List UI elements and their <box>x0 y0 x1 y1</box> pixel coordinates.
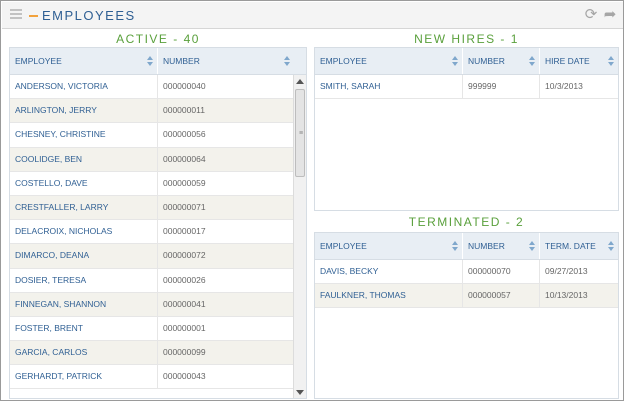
employee-number-cell: 000000043 <box>163 371 206 382</box>
column-header-label: NUMBER <box>163 56 200 66</box>
active-grid-header: EMPLOYEE NUMBER <box>10 48 306 75</box>
sort-icon <box>452 241 458 252</box>
widget-header: EMPLOYEES ⟳ ➦ <box>2 2 623 29</box>
column-header-employee[interactable]: EMPLOYEE <box>10 48 158 74</box>
active-grid-scrollbar[interactable]: ≡ <box>293 75 306 398</box>
sort-icon <box>284 56 290 67</box>
column-header-employee[interactable]: EMPLOYEE <box>315 233 463 259</box>
new-hires-grid-header: EMPLOYEE NUMBER HIRE DATE <box>315 48 618 75</box>
employee-name-cell[interactable]: GARCIA, CARLOS <box>10 341 158 365</box>
employee-number-cell: 000000072 <box>163 250 206 261</box>
date-cell: 10/13/2013 <box>545 290 588 301</box>
employee-number-cell: 999999 <box>463 75 540 99</box>
employee-name-cell[interactable]: COSTELLO, DAVE <box>10 171 158 195</box>
employee-number-cell: 000000026 <box>163 274 206 285</box>
employee-number-cell: 000000059 <box>163 177 206 188</box>
employee-number-cell: 000000071 <box>163 201 206 212</box>
column-header-label: NUMBER <box>468 56 505 66</box>
new-hires-grid: EMPLOYEE NUMBER HIRE DATE SMITH, SARAH 99… <box>314 47 619 211</box>
refresh-icon[interactable]: ⟳ <box>583 7 599 23</box>
sort-icon <box>608 241 614 252</box>
date-cell: 09/27/2013 <box>545 266 588 276</box>
employee-name-cell[interactable]: FOSTER, BRENT <box>10 316 158 341</box>
employee-name-cell[interactable]: CHESNEY, CHRISTINE <box>10 123 158 147</box>
table-row[interactable]: GERHARDT, PATRICK 000000043 <box>10 365 306 390</box>
employee-name-cell[interactable]: SMITH, SARAH <box>315 75 463 99</box>
table-row[interactable]: DELACROIX, NICHOLAS 000000017 <box>10 220 306 245</box>
employee-number-cell: 000000099 <box>163 347 206 358</box>
employee-name-cell[interactable]: GERHARDT, PATRICK <box>10 365 158 389</box>
employee-number-cell: 000000057 <box>463 284 540 308</box>
column-header-hire-date[interactable]: HIRE DATE <box>540 48 618 74</box>
date-cell: 10/3/2013 <box>545 81 583 91</box>
employee-name-cell[interactable]: DAVIS, BECKY <box>315 260 463 284</box>
employee-number-cell: 000000017 <box>163 226 206 237</box>
sort-icon <box>529 56 535 67</box>
terminated-grid-header: EMPLOYEE NUMBER TERM. DATE <box>315 233 618 260</box>
sort-icon <box>452 56 458 67</box>
employee-name-cell[interactable]: ANDERSON, VICTORIA <box>10 75 158 99</box>
column-header-label: NUMBER <box>468 241 505 251</box>
active-section-title: ACTIVE - 40 <box>116 32 200 46</box>
column-header-label: EMPLOYEE <box>15 56 62 66</box>
employee-name-cell[interactable]: CRESTFALLER, LARRY <box>10 195 158 220</box>
sort-icon <box>147 56 153 67</box>
terminated-section-title: TERMINATED - 2 <box>408 215 525 229</box>
employees-widget: EMPLOYEES ⟳ ➦ ACTIVE - 40 EMPLOYEE NUMBE… <box>0 0 624 401</box>
active-grid-body: ANDERSON, VICTORIA 000000040 ARLINGTON, JE… <box>10 75 306 390</box>
grip-menu-icon[interactable] <box>10 9 22 23</box>
employee-name-cell[interactable]: DELACROIX, NICHOLAS <box>10 220 158 244</box>
employee-name-cell[interactable]: ARLINGTON, JERRY <box>10 99 158 123</box>
terminated-grid-body: DAVIS, BECKY 000000070 09/27/2013 FAULKNER,… <box>315 260 618 309</box>
employee-number-cell: 000000056 <box>163 129 206 140</box>
new-hires-grid-body: SMITH, SARAH 999999 10/3/2013 <box>315 75 618 100</box>
sort-icon <box>608 56 614 67</box>
employee-name-cell[interactable]: DIMARCO, DEANA <box>10 244 158 268</box>
title-accent-dash <box>29 15 38 17</box>
share-arrow-icon[interactable]: ➦ <box>602 7 618 23</box>
table-row[interactable]: FINNEGAN, SHANNON 000000041 <box>10 292 306 317</box>
table-row[interactable]: CHESNEY, CHRISTINE 000000056 <box>10 123 306 148</box>
employee-name-cell[interactable]: COOLIDGE, BEN <box>10 147 158 171</box>
column-header-label: HIRE DATE <box>545 56 590 66</box>
table-row[interactable]: GARCIA, CARLOS 000000099 <box>10 341 306 366</box>
column-header-term-date[interactable]: TERM. DATE <box>540 233 618 259</box>
employee-name-cell[interactable]: DOSIER, TERESA <box>10 268 158 292</box>
employee-number-cell: 000000001 <box>163 322 206 333</box>
sort-icon <box>529 241 535 252</box>
column-header-label: TERM. DATE <box>545 241 596 251</box>
table-row[interactable]: FAULKNER, THOMAS 000000057 10/13/2013 <box>315 284 618 309</box>
widget-title: EMPLOYEES <box>42 8 136 23</box>
scroll-down-arrow-icon[interactable] <box>296 390 304 395</box>
employee-number-cell: 000000041 <box>163 298 206 309</box>
table-row[interactable]: DAVIS, BECKY 000000070 09/27/2013 <box>315 260 618 285</box>
scroll-up-arrow-icon[interactable] <box>296 79 304 84</box>
column-header-label: EMPLOYEE <box>320 241 367 251</box>
employee-number-cell: 000000064 <box>163 153 206 164</box>
employee-number-cell: 000000040 <box>163 81 206 91</box>
table-row[interactable]: FOSTER, BRENT 000000001 <box>10 316 306 342</box>
table-row[interactable]: SMITH, SARAH 999999 10/3/2013 <box>315 75 618 100</box>
column-header-number[interactable]: NUMBER <box>463 48 540 74</box>
employee-name-cell[interactable]: FAULKNER, THOMAS <box>315 284 463 308</box>
column-header-number[interactable]: NUMBER <box>463 233 540 259</box>
table-row[interactable]: COOLIDGE, BEN 000000064 <box>10 147 306 172</box>
table-row[interactable]: COSTELLO, DAVE 000000059 <box>10 171 306 196</box>
column-header-number[interactable]: NUMBER <box>158 48 294 74</box>
active-employees-grid: EMPLOYEE NUMBER ANDERSON, VICTORIA 000000… <box>9 47 307 399</box>
new-hires-section-title: NEW HIRES - 1 <box>414 32 519 46</box>
terminated-grid: EMPLOYEE NUMBER TERM. DATE DAVIS, BECKY 0… <box>314 232 619 399</box>
employee-number-cell: 000000070 <box>463 260 540 284</box>
table-row[interactable]: ANDERSON, VICTORIA 000000040 <box>10 75 306 100</box>
column-header-label: EMPLOYEE <box>320 56 367 66</box>
employee-name-cell[interactable]: FINNEGAN, SHANNON <box>10 292 158 316</box>
table-row[interactable]: ARLINGTON, JERRY 000000011 <box>10 99 306 124</box>
column-header-employee[interactable]: EMPLOYEE <box>315 48 463 74</box>
table-row[interactable]: CRESTFALLER, LARRY 000000071 <box>10 195 306 221</box>
scroll-thumb[interactable]: ≡ <box>295 89 305 177</box>
employee-number-cell: 000000011 <box>163 105 205 116</box>
table-row[interactable]: DOSIER, TERESA 000000026 <box>10 268 306 293</box>
table-row[interactable]: DIMARCO, DEANA 000000072 <box>10 244 306 269</box>
